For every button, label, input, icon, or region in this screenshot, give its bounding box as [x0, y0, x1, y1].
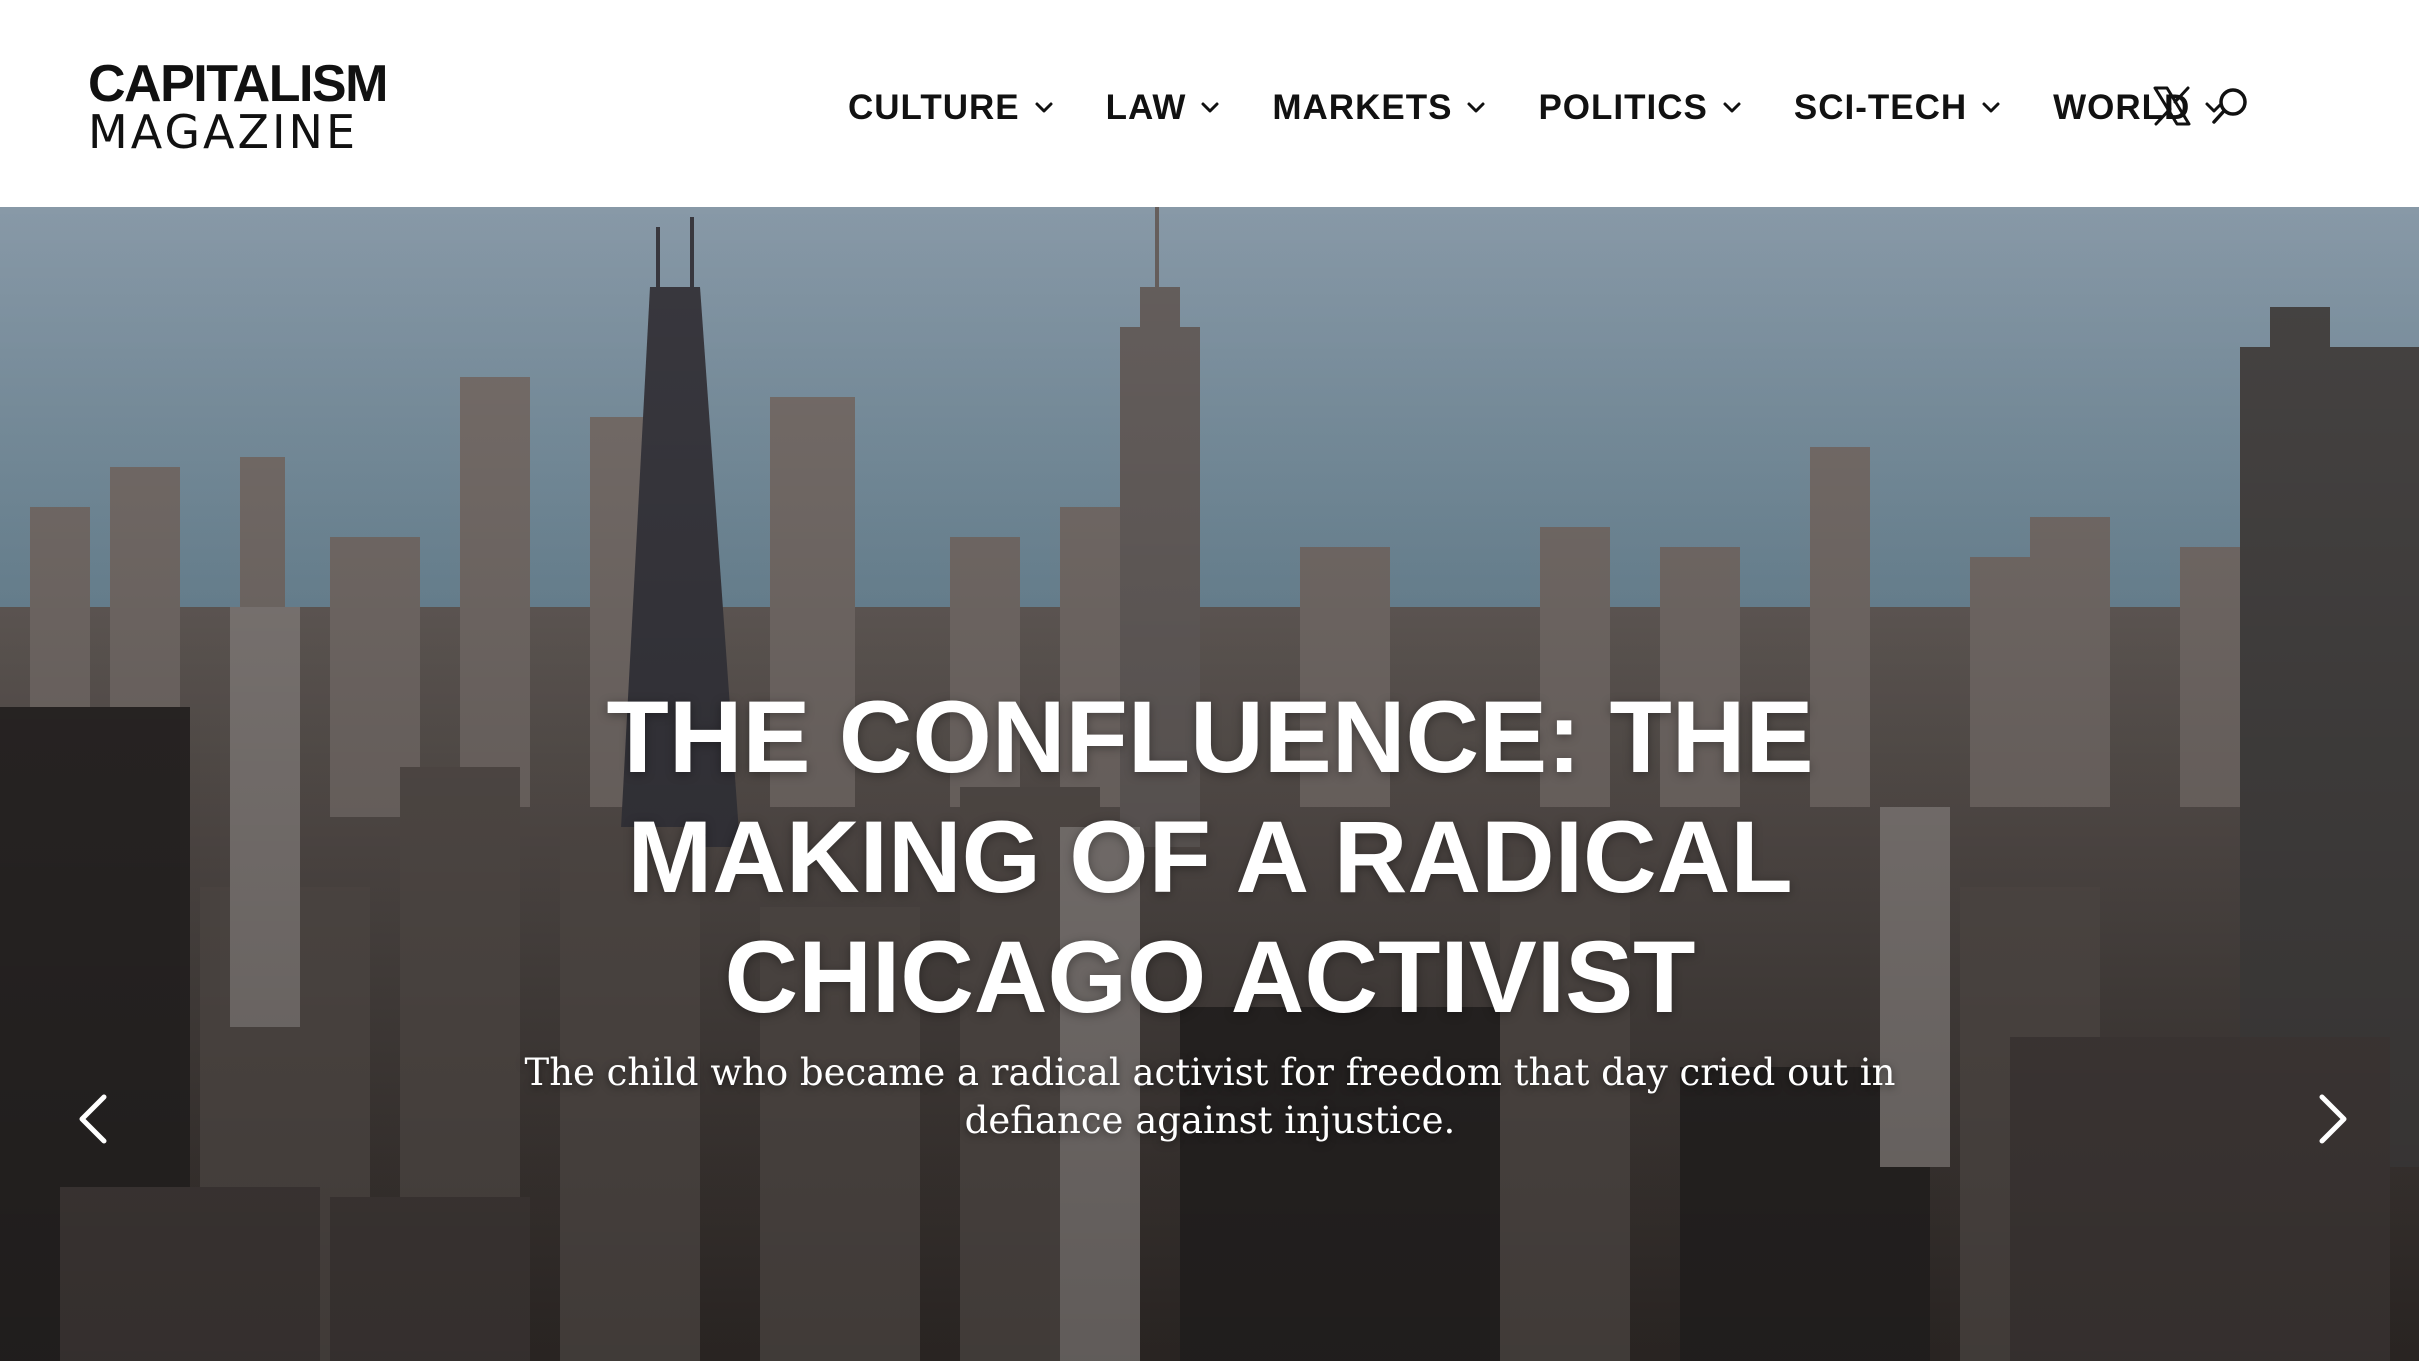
chevron-down-icon — [1032, 96, 1056, 120]
nav-item-label: LAW — [1105, 88, 1187, 127]
chevron-down-icon — [1720, 96, 1744, 120]
main-nav: CULTURE LAW MARKETS POLITICS SCI-TECH WO… — [848, 80, 2226, 136]
nav-item-markets[interactable]: MARKETS — [1272, 80, 1488, 136]
chevron-right-icon — [2319, 1094, 2347, 1144]
chevron-down-icon — [1464, 96, 1488, 120]
nav-item-politics[interactable]: POLITICS — [1538, 80, 1743, 136]
search-icon[interactable] — [2208, 84, 2252, 128]
nav-item-label: POLITICS — [1538, 88, 1708, 127]
chevron-down-icon — [1198, 96, 1222, 120]
slider-prev-button[interactable] — [68, 1087, 118, 1151]
site-header: CAPITALISM MAGAZINE CULTURE LAW MARKETS … — [0, 0, 2419, 207]
logo-wordmark-bottom: MAGAZINE — [88, 105, 359, 159]
nav-item-label: MARKETS — [1272, 88, 1453, 127]
hero-slider: THE CONFLUENCE: THE MAKING OF A RADICAL … — [0, 207, 2419, 1361]
slider-next-button[interactable] — [2308, 1087, 2358, 1151]
nav-item-label: SCI-TECH — [1793, 88, 1968, 127]
nav-item-label: CULTURE — [848, 88, 1020, 127]
hero-title[interactable]: THE CONFLUENCE: THE MAKING OF A RADICAL … — [560, 677, 1860, 1037]
site-logo[interactable]: CAPITALISM MAGAZINE — [88, 55, 393, 159]
hero-subtitle: The child who became a radical activist … — [524, 1051, 1896, 1142]
nav-item-law[interactable]: LAW — [1106, 80, 1223, 136]
nav-item-sci-tech[interactable]: SCI-TECH — [1794, 80, 2003, 136]
nav-item-world[interactable]: WORLD — [2053, 80, 2226, 136]
nav-item-culture[interactable]: CULTURE — [848, 80, 1056, 136]
chevron-down-icon — [1979, 96, 2003, 120]
logo-wordmark-top: CAPITALISM — [88, 55, 388, 113]
x-social-icon[interactable] — [2150, 84, 2194, 128]
chevron-left-icon — [79, 1094, 107, 1144]
